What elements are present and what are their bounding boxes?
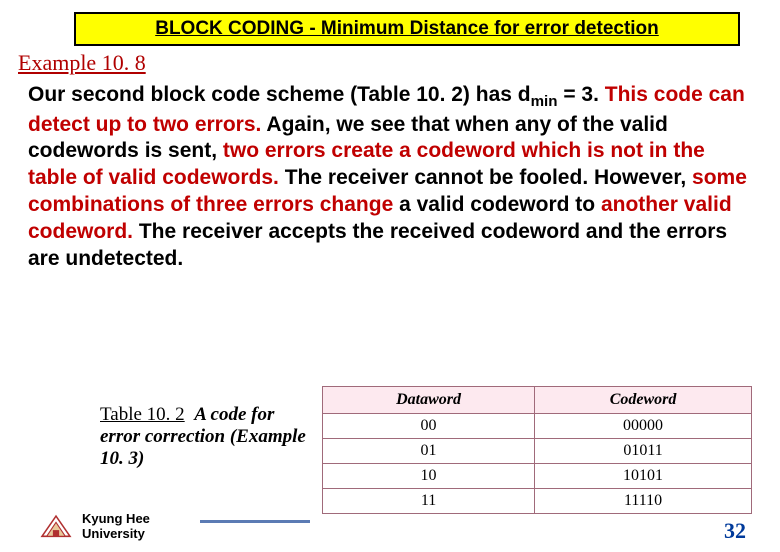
university-name: Kyung Hee University [82,512,150,542]
table-cell: 10 [323,464,535,489]
code-table: Dataword Codeword 00 00000 01 01011 10 1… [322,386,752,514]
table-cell: 11110 [535,489,752,514]
table-caption: Table 10. 2 A code for error correction … [100,404,310,470]
footer: Kyung Hee University [40,512,150,542]
example-label: Example 10. 8 [18,50,780,76]
table-header-codeword: Codeword [535,387,752,414]
table-cell: 00 [323,414,535,439]
table-header-dataword: Dataword [323,387,535,414]
table-cell: 10101 [535,464,752,489]
body-s1sub: min [531,93,558,110]
table-header-row: Dataword Codeword [323,387,752,414]
page-number: 32 [724,518,746,544]
footer-divider [200,520,310,523]
body-s5: The receiver accepts the received codewo… [28,220,727,270]
table-row: 11 11110 [323,489,752,514]
table-cell: 01 [323,439,535,464]
slide-title-banner: BLOCK CODING - Minimum Distance for erro… [74,12,740,46]
body-s1b: = 3. [557,83,604,106]
table-row: 00 00000 [323,414,752,439]
table-row: 10 10101 [323,464,752,489]
body-text: Our second block code scheme (Table 10. … [28,82,756,273]
slide-title: BLOCK CODING - Minimum Distance for erro… [155,18,659,39]
table-cell: 11 [323,489,535,514]
university-line1: Kyung Hee [82,512,150,527]
table-cell: 00000 [535,414,752,439]
table-number: Table 10. 2 [100,404,185,425]
lower-area: Table 10. 2 A code for error correction … [0,382,780,552]
body-s1a: Our second block code scheme (Table 10. … [28,83,531,106]
table-row: 01 01011 [323,439,752,464]
body-s4a: The receiver cannot be fooled. However, [285,166,692,189]
body-s4c: a valid codeword to [399,193,601,216]
university-logo-icon [40,513,72,541]
table-cell: 01011 [535,439,752,464]
